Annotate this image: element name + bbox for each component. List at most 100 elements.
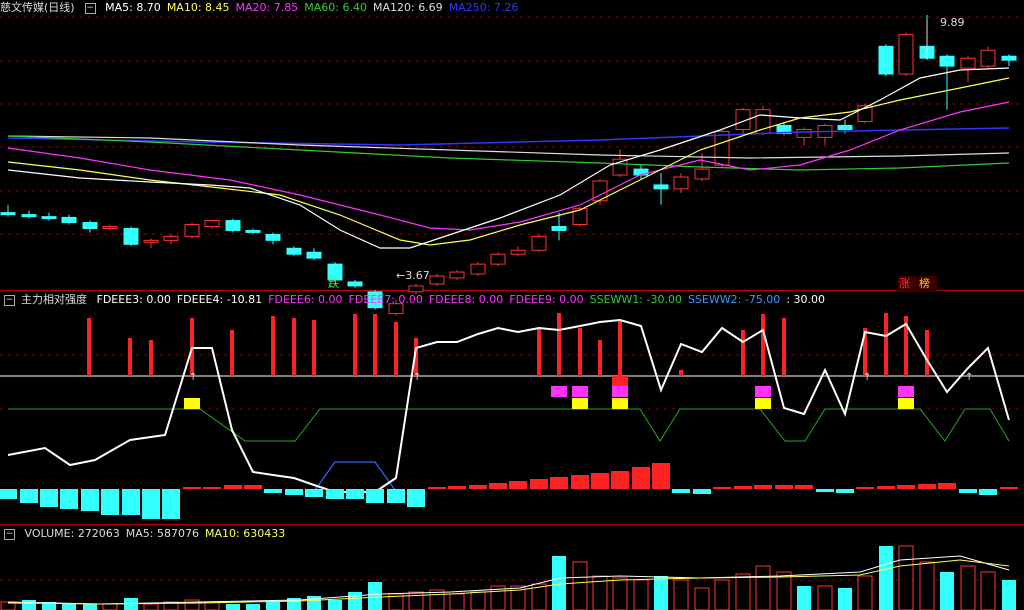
chart-period[interactable]: (日线) <box>44 1 75 14</box>
volume-bar-down <box>226 604 240 610</box>
indicator-name[interactable]: 主力相对强度 <box>21 293 87 306</box>
ind-item: : 30.00 <box>786 293 826 306</box>
ind-item: FDEEE9: 0.00 <box>509 293 584 306</box>
candle-down <box>878 45 894 75</box>
volume-bar-down <box>62 604 76 610</box>
candle-up <box>755 109 771 134</box>
collapse-icon[interactable]: − <box>84 2 96 14</box>
hist-bar-down <box>285 489 303 495</box>
candle-down <box>306 251 322 259</box>
strength-spike <box>925 330 929 376</box>
volume-bar-down <box>940 572 954 610</box>
stock-name[interactable]: 慈文传媒 <box>0 1 44 14</box>
volume-bar-up <box>408 591 424 610</box>
candle-up <box>898 33 914 75</box>
collapse-icon[interactable]: − <box>4 528 15 540</box>
volume-bar-up <box>143 603 159 610</box>
signal-block <box>898 386 914 397</box>
strength-spike <box>230 330 234 376</box>
volume-bar-up <box>633 579 649 610</box>
hist-bar-down <box>264 489 282 493</box>
candle-down <box>123 227 139 245</box>
ind-item: FDEEE8: 0.00 <box>428 293 504 306</box>
candle-up <box>960 57 976 69</box>
candle-up <box>470 263 486 275</box>
vol-item: VOLUME: 272063 <box>24 527 120 540</box>
volume-bar-up <box>714 579 730 610</box>
volume-bar-down <box>797 586 811 610</box>
hist-bar-down <box>40 489 58 507</box>
volume-bar-down <box>368 582 382 610</box>
price-panel-header: 慈文传媒(日线) − MA5: 8.70 MA10: 8.45 MA20: 7.85 M… <box>0 0 530 16</box>
volume-bar-up <box>817 585 833 610</box>
volume-bar-up <box>470 591 486 610</box>
volume-bar-down <box>1002 580 1016 610</box>
ind-item: FDEEE4: -10.81 <box>176 293 263 306</box>
ind-item: FDEEE6: 0.00 <box>268 293 343 306</box>
hist-bar-up <box>754 485 772 489</box>
signal-block <box>572 398 588 409</box>
hist-bar-down <box>387 489 405 503</box>
candle-up <box>980 49 996 67</box>
collapse-icon[interactable]: − <box>4 294 15 306</box>
hist-bar-down <box>142 489 160 519</box>
volume-bar-down <box>552 556 566 610</box>
candle-down <box>1001 55 1017 61</box>
hist-bar-down <box>326 489 344 499</box>
signal-block <box>612 386 628 397</box>
volume-bar-up <box>449 593 465 610</box>
signal-block <box>572 386 588 397</box>
strength-spike <box>598 340 602 376</box>
low-price-label: ←3.67 <box>396 269 430 282</box>
hist-bar-down <box>101 489 119 515</box>
candle-down <box>347 281 363 287</box>
hist-bar-up <box>469 485 487 489</box>
volume-legend: VOLUME: 272063 MA5: 587076 MA10: 630433 <box>25 527 292 540</box>
candle-up <box>796 128 812 138</box>
volume-bar-up <box>898 545 914 610</box>
hist-bar-up <box>632 467 650 489</box>
candle-up <box>673 176 689 190</box>
strength-spike <box>394 322 398 376</box>
strength-spike <box>557 313 561 376</box>
strength-spike <box>761 314 765 376</box>
down-signal-label: 跌 <box>328 277 339 290</box>
candle-down <box>653 184 669 190</box>
candle-down <box>551 226 567 231</box>
candle-down <box>41 216 57 220</box>
volume-bar-down <box>22 600 36 610</box>
candle-up <box>490 253 506 265</box>
candle-up <box>510 249 526 255</box>
hist-bar-down <box>959 489 977 493</box>
hist-bar-up <box>918 484 936 489</box>
candle-up <box>694 168 710 180</box>
strength-spike <box>292 318 296 376</box>
indicator-legend: FDEEE3: 0.00 FDEEE4: -10.81 FDEEE6: 0.00 FD… <box>97 293 832 306</box>
candle-up <box>102 226 118 229</box>
volume-bar-down <box>879 546 893 610</box>
hist-bar-down <box>162 489 180 519</box>
ind-item: FDEEE7: 0.00 <box>348 293 423 306</box>
hist-bar-down <box>346 489 364 499</box>
hist-bar-up <box>224 485 242 489</box>
candle-down <box>82 222 98 229</box>
signal-block <box>755 398 771 409</box>
ma-item: MA20: 7.85 <box>235 1 299 14</box>
ma-item: MA250: 7.26 <box>448 1 519 14</box>
ma5-line <box>7 67 1010 249</box>
signal-block <box>184 398 200 409</box>
hist-bar-up <box>489 483 507 489</box>
strength-spike <box>679 370 683 376</box>
signal-block <box>551 386 567 397</box>
hist-bar-up <box>509 481 527 489</box>
strength-spike <box>271 316 275 376</box>
candle-down <box>21 214 37 218</box>
vol-item: MA5: 587076 <box>125 527 199 540</box>
hist-bar-down <box>81 489 99 511</box>
hist-bar-up <box>775 485 793 489</box>
hist-bar-up <box>448 486 466 489</box>
hist-bar-up <box>183 487 201 489</box>
volume-bar-up <box>102 603 118 610</box>
candle-up <box>714 130 730 166</box>
candle-up <box>184 224 200 237</box>
